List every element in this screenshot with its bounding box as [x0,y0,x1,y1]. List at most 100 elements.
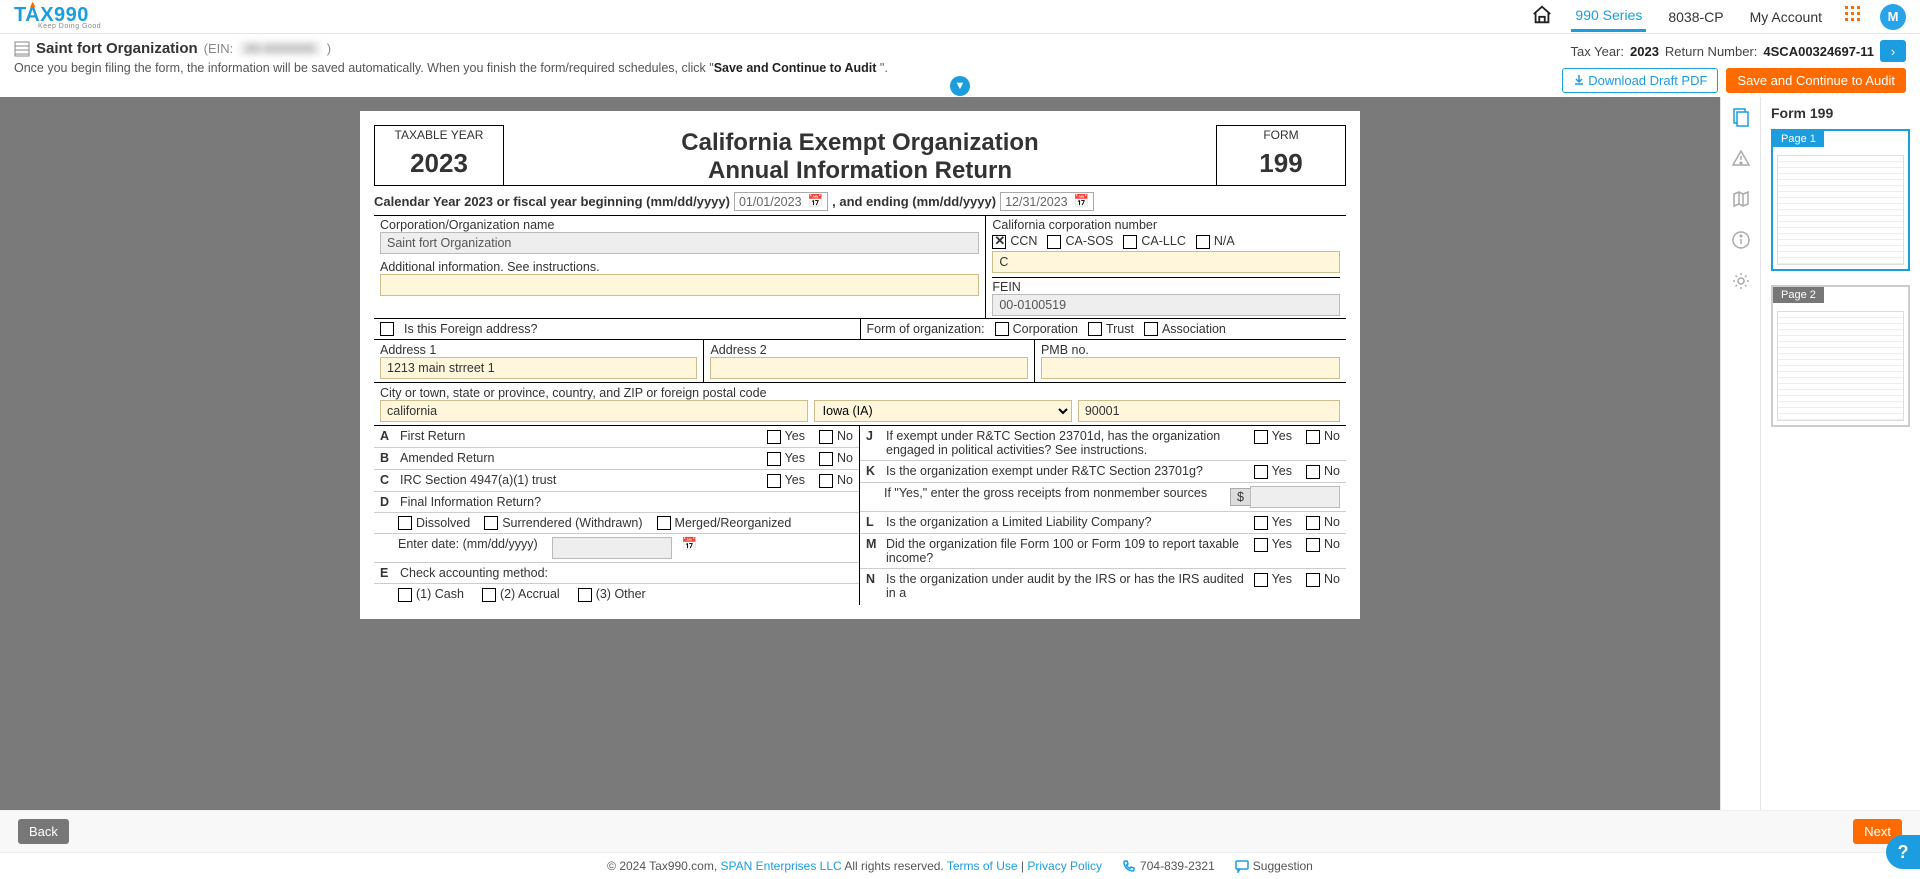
qk-no[interactable] [1306,465,1320,479]
form-of-org-label: Form of organization: [867,322,985,336]
map-icon[interactable] [1731,189,1751,212]
callc-checkbox[interactable] [1123,235,1137,249]
qn-no[interactable] [1306,573,1320,587]
save-continue-button[interactable]: Save and Continue to Audit [1726,68,1906,93]
qd-dissolved[interactable] [398,516,412,530]
pmb-input[interactable] [1041,357,1340,379]
foreign-addr-checkbox[interactable] [380,322,394,336]
logo[interactable]: TA▲X990 Keep Doing Good [14,4,101,30]
phone[interactable]: 704-839-2321 [1122,859,1215,873]
corp-name-input[interactable] [380,232,979,254]
qk-amount-input[interactable] [1250,486,1340,508]
return-meta: Tax Year: 2023 Return Number: 4SCA003246… [1571,40,1907,62]
assoc-checkbox[interactable] [1144,322,1158,336]
qm-yes[interactable] [1254,538,1268,552]
qm-no[interactable] [1306,538,1320,552]
nav-my-account[interactable]: My Account [1746,3,1826,31]
qd-surrendered[interactable] [484,516,498,530]
ca-corp-input[interactable] [992,251,1340,273]
na-checkbox[interactable] [1196,235,1210,249]
qb-no[interactable] [819,452,833,466]
q-c: IRC Section 4947(a)(1) trust [400,473,761,487]
fein-input[interactable] [992,294,1340,316]
info-icon[interactable] [1731,230,1751,253]
form-label: FORM [1217,128,1345,142]
pages-icon[interactable] [1731,107,1751,130]
form-number: 199 [1217,142,1345,185]
q-j: If exempt under R&TC Section 23701d, has… [886,429,1248,457]
span-link[interactable]: SPAN Enterprises LLC [721,859,842,873]
ca-corp-label: California corporation number [992,218,1340,232]
ql-no[interactable] [1306,516,1320,530]
state-select[interactable]: Iowa (IA) [814,400,1072,422]
qa-no[interactable] [819,430,833,444]
return-next-arrow-icon[interactable]: › [1880,40,1906,62]
top-bar: TA▲X990 Keep Doing Good 990 Series 8038-… [0,0,1920,34]
fy-end-input[interactable]: 12/31/2023📅 [1000,192,1094,211]
qc-yes[interactable] [767,474,781,488]
qe-accrual[interactable] [482,588,496,602]
footer: © 2024 Tax990.com, SPAN Enterprises LLC … [0,852,1920,879]
pmb-label: PMB no. [1041,343,1340,357]
ein-masked: 00-0000000 [239,41,320,56]
avatar[interactable]: M [1880,4,1906,30]
warning-icon[interactable] [1731,148,1751,171]
fein-label: FEIN [992,277,1340,294]
zip-input[interactable] [1078,400,1340,422]
qj-no[interactable] [1306,430,1320,444]
scroll-down-icon[interactable]: ▼ [950,76,970,96]
addl-info-input[interactable] [380,274,979,296]
qd-enter-date-label: Enter date: (mm/dd/yyyy) [398,537,538,551]
apps-icon[interactable] [1844,5,1862,28]
calendar-icon: 📅 [808,194,824,209]
sub-header: Saint fort Organization (EIN: 00-0000000… [0,34,1920,97]
city-input[interactable] [380,400,808,422]
qk-yes[interactable] [1254,465,1268,479]
thumb-page-1[interactable]: Page 1 [1771,129,1910,271]
ccn-checkbox[interactable] [992,235,1006,249]
fy-begin-input[interactable]: 01/01/2023📅 [734,192,828,211]
addr1-input[interactable] [380,357,697,379]
suggestion-link[interactable]: Suggestion [1235,859,1313,873]
qj-yes[interactable] [1254,430,1268,444]
terms-link[interactable]: Terms of Use [947,859,1018,873]
home-icon[interactable] [1531,4,1553,29]
autosave-note: Once you begin filing the form, the info… [14,61,888,75]
thumb-page-2[interactable]: Page 2 [1771,285,1910,427]
q-b: Amended Return [400,451,761,465]
help-fab[interactable]: ? [1886,835,1920,869]
document-viewer[interactable]: TAXABLE YEAR 2023 California Exempt Orga… [0,97,1720,810]
corp-checkbox[interactable] [995,322,1009,336]
nav-8038cp[interactable]: 8038-CP [1664,3,1727,31]
qe-other[interactable] [578,588,592,602]
qn-yes[interactable] [1254,573,1268,587]
q-m: Did the organization file Form 100 or Fo… [886,537,1248,565]
qd-merged[interactable] [657,516,671,530]
nav-990-series[interactable]: 990 Series [1571,1,1646,32]
phone-icon [1122,859,1136,873]
ql-yes[interactable] [1254,516,1268,530]
bottom-bar: Back Next [0,810,1920,852]
qa-yes[interactable] [767,430,781,444]
org-title: Saint fort Organization (EIN: 00-0000000… [14,40,888,57]
back-button[interactable]: Back [18,819,69,844]
addr2-input[interactable] [710,357,1027,379]
taxable-year-value: 2023 [375,142,503,185]
form-page-1: TAXABLE YEAR 2023 California Exempt Orga… [360,111,1360,619]
privacy-link[interactable]: Privacy Policy [1027,859,1102,873]
casos-checkbox[interactable] [1047,235,1061,249]
right-rail [1720,97,1760,810]
q-k: Is the organization exempt under R&TC Se… [886,464,1248,478]
ein-suffix: ) [327,41,331,56]
addl-info-label: Additional information. See instructions… [380,260,979,274]
download-draft-button[interactable]: Download Draft PDF [1562,68,1719,93]
ein-prefix: (EIN: [204,41,234,56]
top-nav: 990 Series 8038-CP My Account M [1531,1,1906,32]
taxable-year-label: TAXABLE YEAR [375,128,503,142]
qd-date-input[interactable] [552,537,672,559]
trust-checkbox[interactable] [1088,322,1102,336]
gear-icon[interactable] [1731,271,1751,294]
qb-yes[interactable] [767,452,781,466]
qe-cash[interactable] [398,588,412,602]
qc-no[interactable] [819,474,833,488]
